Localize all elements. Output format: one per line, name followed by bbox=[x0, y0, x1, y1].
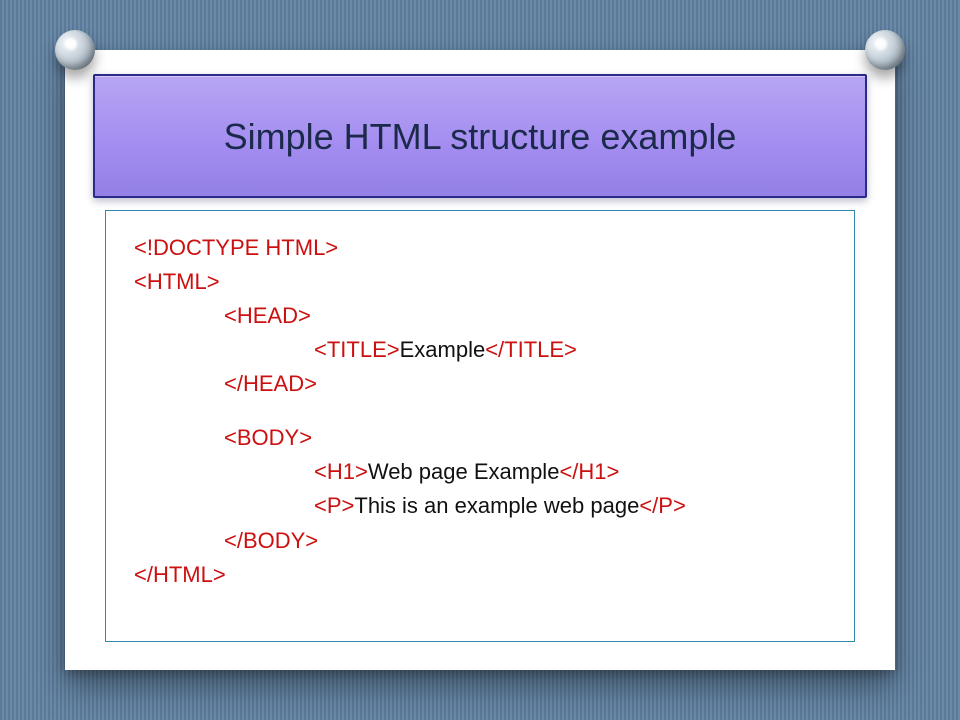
html-open-tag: <HTML> bbox=[134, 269, 220, 294]
code-line: <HTML> bbox=[134, 265, 830, 299]
head-close-tag: </HEAD> bbox=[224, 371, 317, 396]
code-line: <BODY> bbox=[134, 421, 830, 455]
slide-title: Simple HTML structure example bbox=[204, 114, 757, 159]
code-line: <HEAD> bbox=[134, 299, 830, 333]
slide-title-box: Simple HTML structure example bbox=[93, 74, 867, 198]
code-line: <H1>Web page Example</H1> bbox=[134, 455, 830, 489]
blank-line bbox=[134, 401, 830, 421]
code-line: </HTML> bbox=[134, 558, 830, 592]
pushpin-icon bbox=[55, 30, 95, 70]
title-open-tag: <TITLE> bbox=[314, 337, 400, 362]
h1-open-tag: <H1> bbox=[314, 459, 368, 484]
doctype-tag: <!DOCTYPE HTML> bbox=[134, 235, 338, 260]
slide-paper: Simple HTML structure example <!DOCTYPE … bbox=[65, 50, 895, 670]
code-line: <TITLE>Example</TITLE> bbox=[134, 333, 830, 367]
title-text: Example bbox=[400, 337, 486, 362]
code-example-box: <!DOCTYPE HTML> <HTML> <HEAD> <TITLE>Exa… bbox=[105, 210, 855, 642]
html-close-tag: </HTML> bbox=[134, 562, 226, 587]
h1-close-tag: </H1> bbox=[559, 459, 619, 484]
code-line: </HEAD> bbox=[134, 367, 830, 401]
p-open-tag: <P> bbox=[314, 493, 354, 518]
body-open-tag: <BODY> bbox=[224, 425, 312, 450]
head-open-tag: <HEAD> bbox=[224, 303, 311, 328]
pushpin-icon bbox=[865, 30, 905, 70]
h1-text: Web page Example bbox=[368, 459, 560, 484]
p-text: This is an example web page bbox=[354, 493, 639, 518]
code-line: </BODY> bbox=[134, 524, 830, 558]
code-line: <P>This is an example web page</P> bbox=[134, 489, 830, 523]
code-line: <!DOCTYPE HTML> bbox=[134, 231, 830, 265]
background: Simple HTML structure example <!DOCTYPE … bbox=[0, 0, 960, 720]
body-close-tag: </BODY> bbox=[224, 528, 318, 553]
p-close-tag: </P> bbox=[639, 493, 685, 518]
title-close-tag: </TITLE> bbox=[485, 337, 577, 362]
